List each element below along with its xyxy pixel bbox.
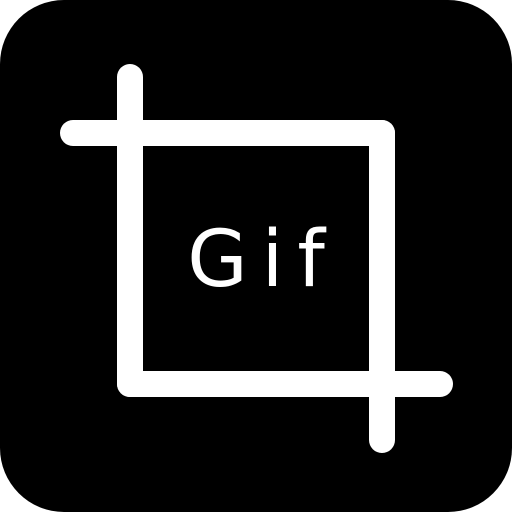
- gif-crop-app-icon[interactable]: Gif: [0, 0, 512, 512]
- gif-label: Gif: [187, 215, 339, 305]
